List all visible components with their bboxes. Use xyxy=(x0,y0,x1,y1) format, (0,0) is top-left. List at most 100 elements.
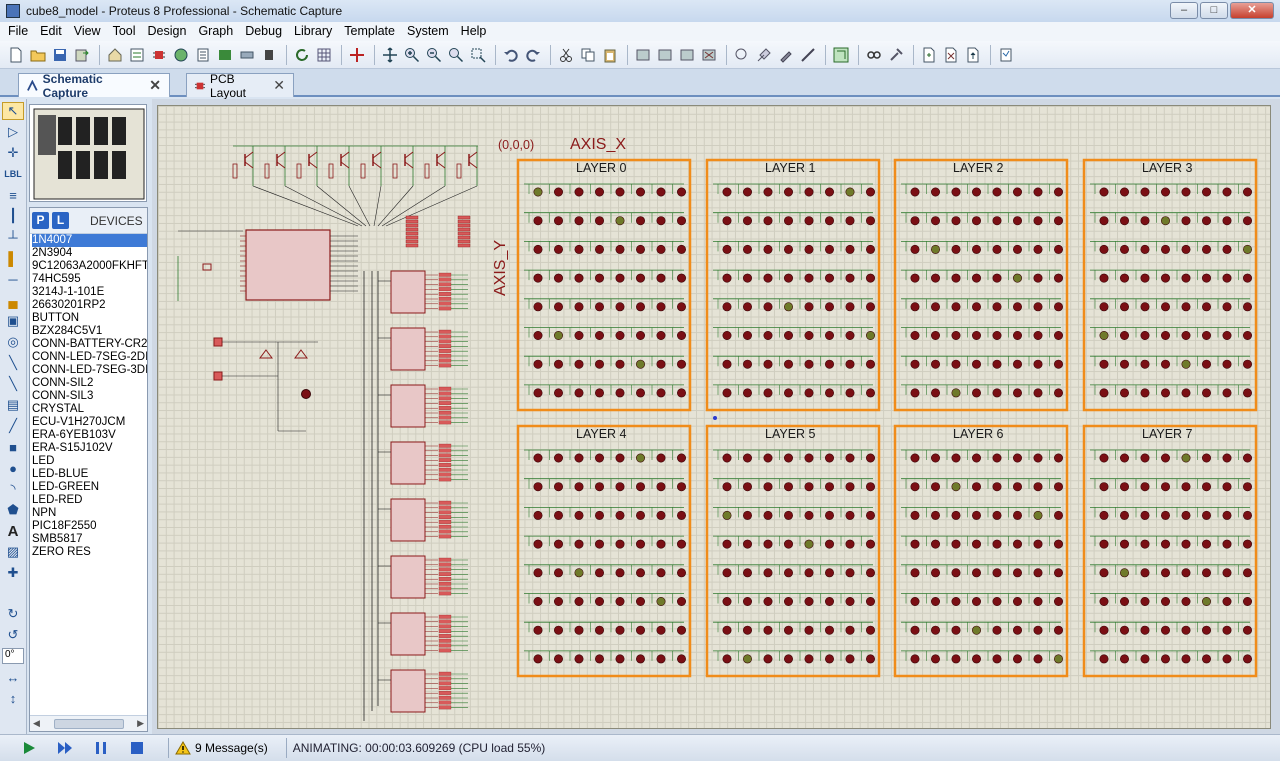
device-list-item[interactable]: CONN-SIL3 xyxy=(32,390,147,403)
menu-tool[interactable]: Tool xyxy=(107,22,142,41)
schematic-icon[interactable] xyxy=(127,45,147,65)
open-folder-icon[interactable] xyxy=(28,45,48,65)
virtual-instruments-icon[interactable]: ▤ xyxy=(2,396,24,414)
subcircuit-icon[interactable]: ┴ xyxy=(2,228,24,246)
box-icon[interactable]: ■ xyxy=(2,438,24,456)
undo-icon[interactable] xyxy=(501,45,521,65)
menu-library[interactable]: Library xyxy=(288,22,338,41)
pause-simulation-button[interactable] xyxy=(90,738,112,758)
pick-devices-button[interactable]: P xyxy=(32,212,49,229)
circle-icon[interactable]: ● xyxy=(2,459,24,477)
device-list-item[interactable]: BZX284C5V1 xyxy=(32,325,147,338)
text-icon[interactable]: A xyxy=(2,522,24,540)
block-rotate-icon[interactable] xyxy=(677,45,697,65)
schematic-sheet[interactable]: (0,0,0) AXIS_X AXIS_Y LAYER 0 LAYER 1 LAYE… xyxy=(157,105,1271,729)
rotate-clockwise-icon[interactable]: ↻ xyxy=(2,605,24,623)
grid-icon[interactable] xyxy=(314,45,334,65)
mirror-vertical-icon[interactable]: ↕ xyxy=(2,689,24,707)
menu-edit[interactable]: Edit xyxy=(34,22,68,41)
device-list-item[interactable]: CRYSTAL xyxy=(32,403,147,416)
arc-icon[interactable]: ◝ xyxy=(2,480,24,498)
line-icon[interactable]: ╱ xyxy=(2,417,24,435)
device-list-item[interactable]: PIC18F2550 xyxy=(32,520,147,533)
remove-sheet-icon[interactable] xyxy=(941,45,961,65)
device-pins-icon[interactable]: ─ xyxy=(2,270,24,288)
origin-icon[interactable] xyxy=(347,45,367,65)
device-list-item[interactable]: ECU-V1H270JCM xyxy=(32,416,147,429)
scroll-thumb[interactable] xyxy=(53,718,124,729)
menu-help[interactable]: Help xyxy=(455,22,493,41)
netlist-icon[interactable] xyxy=(996,45,1016,65)
generator-icon[interactable]: ◎ xyxy=(2,333,24,351)
menu-file[interactable]: File xyxy=(2,22,34,41)
zoom-in-icon[interactable] xyxy=(402,45,422,65)
schematic-canvas[interactable]: (0,0,0) AXIS_X AXIS_Y LAYER 0 LAYER 1 LAYE… xyxy=(152,99,1280,734)
device-list-item[interactable]: BUTTON xyxy=(32,312,147,325)
refresh-icon[interactable] xyxy=(292,45,312,65)
wire-autorouter-icon[interactable] xyxy=(831,45,851,65)
rotation-angle-field[interactable]: 0° xyxy=(2,648,24,664)
current-probe-icon[interactable]: ╲ xyxy=(2,375,24,393)
menu-system[interactable]: System xyxy=(401,22,455,41)
block-copy-icon[interactable] xyxy=(633,45,653,65)
import-icon[interactable] xyxy=(72,45,92,65)
device-list-item[interactable]: NPN xyxy=(32,507,147,520)
close-window-button[interactable]: ✕ xyxy=(1230,2,1274,19)
search-icon[interactable] xyxy=(864,45,884,65)
device-list-item[interactable]: ERA-S15J102V xyxy=(32,442,147,455)
selection-mode-icon[interactable]: ↖ xyxy=(2,102,24,120)
menu-view[interactable]: View xyxy=(68,22,107,41)
make-device-icon[interactable] xyxy=(754,45,774,65)
text-script-icon[interactable]: ≡ xyxy=(2,186,24,204)
device-list-item[interactable]: 26630201RP2 xyxy=(32,299,147,312)
device-list-item[interactable]: CONN-BATTERY-CR2032 xyxy=(32,338,147,351)
terminals-icon[interactable]: ▌ xyxy=(2,249,24,267)
menu-debug[interactable]: Debug xyxy=(239,22,288,41)
menu-template[interactable]: Template xyxy=(338,22,401,41)
graph-icon[interactable]: ▄ xyxy=(2,291,24,309)
gerber-icon[interactable] xyxy=(171,45,191,65)
packaging-tool-icon[interactable] xyxy=(776,45,796,65)
device-list-item[interactable]: 1N4007 xyxy=(32,234,147,247)
device-list-item[interactable]: CONN-LED-7SEG-2DIG xyxy=(32,351,147,364)
chip-icon[interactable] xyxy=(259,45,279,65)
pan-icon[interactable] xyxy=(380,45,400,65)
scroll-left-icon[interactable]: ◀ xyxy=(33,718,40,729)
menu-graph[interactable]: Graph xyxy=(192,22,239,41)
close-tab-icon[interactable]: ✕ xyxy=(149,77,161,94)
block-delete-icon[interactable] xyxy=(699,45,719,65)
device-list-item[interactable]: LED-RED xyxy=(32,494,147,507)
voltage-probe-icon[interactable]: ╲ xyxy=(2,354,24,372)
marker-icon[interactable]: ✚ xyxy=(2,564,24,582)
device-list-item[interactable]: 3214J-1-101E xyxy=(32,286,147,299)
home-icon[interactable] xyxy=(105,45,125,65)
tab-pcb-layout[interactable]: PCB Layout ✕ xyxy=(186,72,294,100)
device-list-item[interactable]: CONN-LED-7SEG-3DIG xyxy=(32,364,147,377)
wire-label-icon[interactable]: LBL xyxy=(2,165,24,183)
new-file-icon[interactable] xyxy=(6,45,26,65)
paste-icon[interactable] xyxy=(600,45,620,65)
cut-icon[interactable] xyxy=(556,45,576,65)
buses-icon[interactable]: ┃ xyxy=(2,207,24,225)
block-move-icon[interactable] xyxy=(655,45,675,65)
mirror-horizontal-icon[interactable]: ↔ xyxy=(2,668,24,686)
redo-icon[interactable] xyxy=(523,45,543,65)
overview-window[interactable] xyxy=(29,104,147,202)
device-list-item[interactable]: 74HC595 xyxy=(32,273,147,286)
property-assign-icon[interactable] xyxy=(886,45,906,65)
exit-to-parent-icon[interactable] xyxy=(963,45,983,65)
stop-simulation-button[interactable] xyxy=(126,738,148,758)
device-list-item[interactable]: CONN-SIL2 xyxy=(32,377,147,390)
new-sheet-icon[interactable] xyxy=(919,45,939,65)
device-list-item[interactable]: SMB5817 xyxy=(32,533,147,546)
bom-icon[interactable] xyxy=(193,45,213,65)
component-mode-icon[interactable]: ▷ xyxy=(2,123,24,141)
save-icon[interactable] xyxy=(50,45,70,65)
junction-dot-icon[interactable]: ✛ xyxy=(2,144,24,162)
menu-design[interactable]: Design xyxy=(142,22,193,41)
library-manager-button[interactable]: L xyxy=(52,212,69,229)
copy-icon[interactable] xyxy=(578,45,598,65)
device-list-item[interactable]: LED xyxy=(32,455,147,468)
device-list-item[interactable]: 9C12063A2000FKHFT xyxy=(32,260,147,273)
component-icon[interactable] xyxy=(149,45,169,65)
